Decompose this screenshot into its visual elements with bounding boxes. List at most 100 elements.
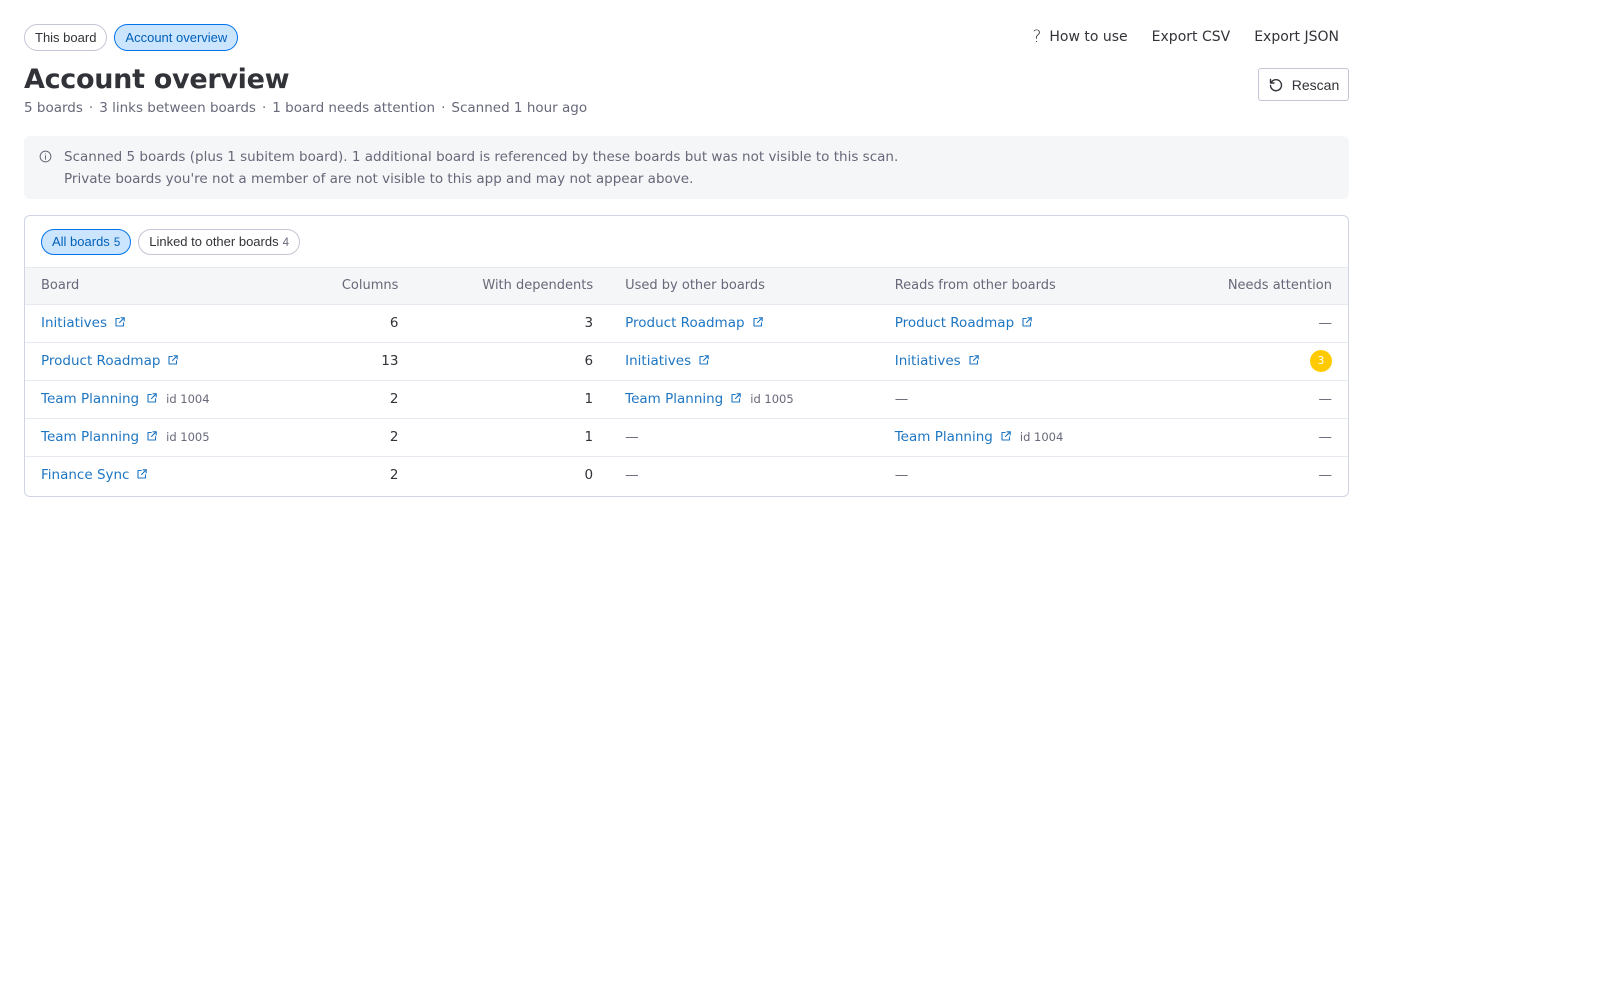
empty-cell: —: [625, 429, 639, 445]
cell-columns: 13: [284, 342, 415, 381]
cell-needs-attention: 3: [1158, 342, 1348, 381]
view-tabs: This board Account overview: [24, 23, 239, 51]
used-by-link[interactable]: Product Roadmap: [625, 315, 744, 331]
scan-notice: Scanned 5 boards (plus 1 subitem board).…: [24, 136, 1349, 199]
cell-columns: 6: [284, 304, 415, 343]
cell-board: Team Planning id 1004: [25, 380, 285, 419]
board-link[interactable]: Product Roadmap: [41, 353, 160, 369]
how-to-use-button[interactable]: ? How to use: [1032, 27, 1127, 47]
summary-scanned: Scanned 1 hour ago: [451, 100, 588, 116]
cell-with-dependents: 1: [414, 418, 610, 457]
external-link-icon[interactable]: [146, 430, 158, 442]
summary-separator: ·: [441, 100, 446, 116]
attention-badge[interactable]: 3: [1310, 350, 1332, 372]
external-link-icon[interactable]: [167, 354, 179, 366]
table-header-row: Board Columns With dependents Used by ot…: [25, 268, 1348, 305]
empty-cell: —: [1318, 391, 1333, 407]
board-id-tag: id 1004: [166, 392, 210, 406]
empty-cell: —: [894, 391, 909, 407]
filter-all-boards[interactable]: All boards 5: [41, 228, 132, 255]
external-link-icon[interactable]: [136, 468, 148, 480]
tab-account-overview[interactable]: Account overview: [114, 23, 239, 51]
filter-count: 4: [282, 236, 289, 249]
cell-columns: 2: [389, 467, 399, 484]
column-header-reads-from[interactable]: Reads from other boards: [878, 268, 1159, 305]
rescan-label: Rescan: [1291, 76, 1340, 93]
info-icon: [39, 150, 52, 163]
column-header-board[interactable]: Board: [25, 268, 285, 305]
external-link-icon[interactable]: [730, 392, 742, 404]
cell-used-by: Initiatives: [609, 342, 879, 381]
cell-with-dependents: 1: [414, 380, 610, 419]
empty-cell: —: [1318, 315, 1333, 331]
table-body: Initiatives 6 3 Product Roadmap Product Road…: [25, 304, 1348, 494]
external-link-icon[interactable]: [698, 354, 710, 366]
table-row: Team Planning id 1005 2 1 — Team Planning id 1…: [25, 418, 1348, 457]
cell-needs-attention: —: [1158, 304, 1348, 343]
cell-reads-from: Initiatives: [878, 342, 1159, 381]
column-header-with-dependents[interactable]: With dependents: [414, 268, 610, 305]
reads-from-link[interactable]: Initiatives: [895, 353, 961, 369]
column-header-used-by[interactable]: Used by other boards: [609, 268, 879, 305]
cell-used-by: —: [609, 456, 879, 494]
empty-cell: —: [1318, 429, 1333, 445]
external-link-icon[interactable]: [146, 392, 158, 404]
export-json-button[interactable]: Export JSON: [1254, 29, 1339, 45]
board-link[interactable]: Team Planning: [41, 429, 139, 445]
cell-with-dependents: 0: [584, 467, 594, 484]
board-id-tag: id 1005: [166, 430, 210, 444]
external-link-icon[interactable]: [1000, 430, 1012, 442]
cell-board: Product Roadmap: [25, 342, 285, 381]
column-header-columns[interactable]: Columns: [284, 268, 415, 305]
refresh-icon: [1269, 78, 1282, 91]
used-by-link[interactable]: Initiatives: [625, 353, 691, 369]
cell-reads-from: —: [878, 380, 1159, 419]
table-row: Initiatives 6 3 Product Roadmap Product Road…: [25, 304, 1348, 343]
cell-needs-attention: —: [1158, 456, 1348, 494]
column-header-needs-attention[interactable]: Needs attention: [1158, 268, 1348, 305]
empty-cell: —: [1318, 467, 1333, 484]
external-link-icon[interactable]: [752, 316, 764, 328]
filter-linked-boards[interactable]: Linked to other boards 4: [138, 228, 300, 255]
cell-board: Initiatives: [25, 304, 285, 343]
cell-reads-from: Team Planning id 1004: [878, 418, 1159, 457]
table-row: Product Roadmap 13 6 Initiatives Initiatives…: [25, 342, 1348, 381]
cell-columns: 2: [284, 418, 415, 457]
filter-label: Linked to other boards: [149, 233, 279, 249]
board-link[interactable]: Initiatives: [41, 315, 107, 331]
board-link[interactable]: Finance Sync: [41, 467, 129, 483]
cell-used-by: Team Planning id 1005: [609, 380, 879, 419]
board-filters: All boards 5 Linked to other boards 4: [25, 216, 1348, 268]
external-link-icon[interactable]: [1021, 316, 1033, 328]
external-link-icon[interactable]: [114, 316, 126, 328]
notice-line-1: Scanned 5 boards (plus 1 subitem board).…: [64, 149, 899, 165]
rescan-button[interactable]: Rescan: [1258, 68, 1349, 101]
reads-from-link[interactable]: Team Planning: [895, 429, 993, 445]
summary-line: 5 boards · 3 links between boards · 1 board …: [24, 100, 587, 116]
filter-count: 5: [113, 236, 121, 249]
summary-separator: ·: [88, 100, 94, 116]
question-mark-icon: ?: [1032, 27, 1042, 47]
summary-separator: ·: [261, 100, 267, 116]
board-id-tag: id 1004: [1019, 430, 1064, 444]
top-actions: ? How to use Export CSV Export JSON: [1032, 27, 1349, 47]
page-title: Account overview: [24, 64, 290, 95]
summary-attention: 1 board needs attention: [272, 100, 436, 116]
cell-needs-attention: —: [1158, 418, 1348, 457]
tab-this-board[interactable]: This board: [24, 23, 108, 51]
used-by-link[interactable]: Team Planning: [625, 391, 723, 407]
export-csv-button[interactable]: Export CSV: [1152, 29, 1231, 45]
table-row: Finance Sync 2 0 — — —: [25, 456, 1348, 494]
cell-used-by: Product Roadmap: [609, 304, 879, 343]
external-link-icon[interactable]: [968, 354, 980, 366]
cell-needs-attention: —: [1158, 380, 1348, 419]
filter-label: All boards: [52, 233, 110, 249]
cell-with-dependents: 6: [414, 342, 610, 381]
reads-from-link[interactable]: Product Roadmap: [895, 315, 1014, 331]
empty-cell: —: [894, 467, 909, 484]
cell-used-by: —: [609, 418, 879, 457]
board-link[interactable]: Team Planning: [41, 391, 139, 407]
cell-board: Team Planning id 1005: [25, 418, 285, 457]
cell-board: Finance Sync: [25, 456, 285, 494]
empty-cell: —: [625, 467, 639, 484]
